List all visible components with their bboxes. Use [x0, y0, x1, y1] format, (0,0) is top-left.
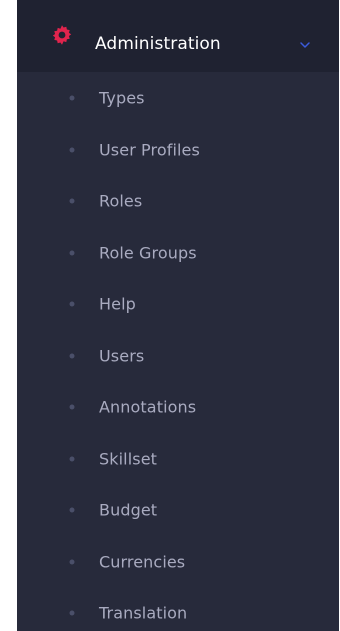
bullet-icon [69, 353, 75, 359]
submenu-item-label: Budget [99, 500, 158, 520]
submenu-item-translation[interactable]: Translation [17, 588, 339, 631]
chevron-down-icon[interactable] [298, 37, 312, 51]
bullet-icon [69, 610, 75, 616]
bullet-icon [69, 198, 75, 204]
submenu-item-types[interactable]: Types [17, 72, 339, 124]
submenu-item-label: Annotations [99, 397, 197, 417]
submenu-item-users[interactable]: Users [17, 330, 339, 382]
sidebar: Administration Types User Profiles Roles… [17, 0, 339, 631]
bullet-icon [69, 559, 75, 565]
gear-icon [50, 23, 74, 47]
bullet-icon [69, 301, 75, 307]
bullet-icon [69, 95, 75, 101]
submenu-item-label: Skillset [99, 449, 158, 469]
submenu-item-user-profiles[interactable]: User Profiles [17, 124, 339, 176]
submenu-item-label: Currencies [99, 552, 186, 572]
administration-menu-toggle[interactable]: Administration [17, 0, 339, 72]
submenu-item-help[interactable]: Help [17, 279, 339, 331]
submenu-item-annotations[interactable]: Annotations [17, 382, 339, 434]
submenu-item-label: Users [99, 346, 145, 366]
bullet-icon [69, 147, 75, 153]
submenu-item-currencies[interactable]: Currencies [17, 536, 339, 588]
submenu-item-roles[interactable]: Roles [17, 176, 339, 228]
bullet-icon [69, 404, 75, 410]
submenu-item-skillset[interactable]: Skillset [17, 433, 339, 485]
submenu-item-label: Types [99, 88, 145, 108]
bullet-icon [69, 456, 75, 462]
submenu-item-label: Role Groups [99, 243, 197, 263]
submenu-item-label: User Profiles [99, 140, 200, 160]
submenu-item-label: Help [99, 294, 136, 314]
submenu-item-label: Roles [99, 191, 143, 211]
administration-submenu: Types User Profiles Roles Role Groups He… [17, 72, 339, 631]
submenu-item-role-groups[interactable]: Role Groups [17, 227, 339, 279]
submenu-item-label: Translation [99, 603, 188, 623]
submenu-item-budget[interactable]: Budget [17, 485, 339, 537]
administration-title: Administration [95, 34, 221, 54]
bullet-icon [69, 250, 75, 256]
bullet-icon [69, 507, 75, 513]
